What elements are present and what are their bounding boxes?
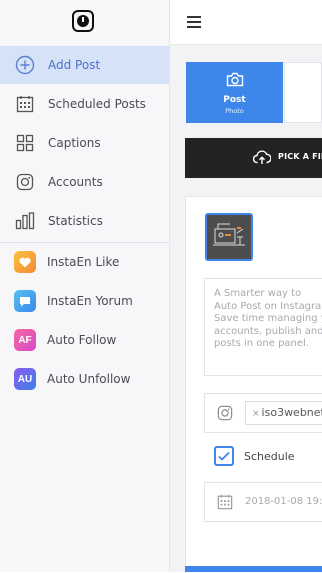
account-tag[interactable]: × iso3webnet bbox=[245, 401, 322, 425]
tab-label: Post bbox=[223, 95, 246, 105]
top-bar bbox=[170, 0, 322, 45]
sidebar-item-label: Auto Unfollow bbox=[47, 372, 131, 386]
account-tag-label: iso3webnet bbox=[261, 406, 322, 419]
selected-image-thumbnail[interactable] bbox=[205, 213, 253, 261]
schedule-date-value: 2018-01-08 19:55 bbox=[245, 496, 322, 507]
instagram-logo-icon[interactable] bbox=[72, 10, 94, 32]
heart-icon bbox=[14, 251, 36, 273]
caption-line: Auto Post on Instagram. bbox=[214, 300, 322, 312]
caption-line: Save time managing your bbox=[214, 313, 322, 324]
calendar-icon bbox=[217, 494, 233, 514]
checkmark-icon bbox=[218, 451, 230, 461]
sidebar-item-instaen-like[interactable]: InstaEn Like bbox=[0, 243, 169, 281]
schedule-label: Schedule bbox=[244, 450, 295, 463]
auto-unfollow-badge-icon: AU bbox=[14, 368, 36, 390]
sidebar-item-label: Auto Follow bbox=[47, 333, 117, 347]
tab-other[interactable] bbox=[284, 62, 322, 123]
comment-icon bbox=[14, 290, 36, 312]
sidebar-item-label: InstaEn Like bbox=[47, 255, 120, 269]
sidebar-item-label: InstaEn Yorum bbox=[47, 294, 133, 308]
pick-file-button[interactable]: PICK A FILE bbox=[185, 138, 322, 178]
schedule-checkbox[interactable] bbox=[214, 446, 234, 466]
sidebar-item-scheduled-posts[interactable]: Scheduled Posts bbox=[0, 85, 169, 123]
sidebar-item-accounts[interactable]: Accounts bbox=[0, 163, 169, 201]
hamburger-icon[interactable] bbox=[187, 16, 201, 31]
sidebar-item-label: Statistics bbox=[48, 214, 103, 228]
tab-sublabel: Photo bbox=[225, 107, 244, 115]
schedule-date-field[interactable]: 2018-01-08 19:55 bbox=[204, 482, 322, 522]
submit-button[interactable] bbox=[185, 566, 322, 572]
sidebar-item-auto-follow[interactable]: AF Auto Follow bbox=[0, 321, 169, 359]
pick-file-label: PICK A FILE bbox=[278, 152, 322, 161]
sidebar-item-label: Captions bbox=[48, 136, 101, 150]
sidebar-item-captions[interactable]: Captions bbox=[0, 124, 169, 162]
sidebar-item-add-post[interactable]: Add Post bbox=[0, 46, 169, 84]
sidebar-item-statistics[interactable]: Statistics bbox=[0, 202, 169, 240]
remove-account-icon[interactable]: × bbox=[252, 409, 260, 419]
grid-icon bbox=[15, 133, 35, 153]
sidebar-item-auto-unfollow[interactable]: AU Auto Unfollow bbox=[0, 360, 169, 398]
caption-line: accounts, publish and bbox=[214, 325, 322, 337]
auto-follow-badge-icon: AF bbox=[14, 329, 36, 351]
caption-line: posts in one panel. bbox=[214, 338, 309, 349]
caption-line: A Smarter way to bbox=[214, 288, 302, 299]
sidebar: Add Post Scheduled Posts Captions Accoun… bbox=[0, 0, 170, 572]
cloud-upload-icon bbox=[252, 150, 272, 169]
instagram-icon bbox=[15, 172, 35, 192]
calendar-icon bbox=[15, 94, 35, 114]
sidebar-item-label: Scheduled Posts bbox=[48, 97, 146, 111]
caption-textarea[interactable]: A Smarter way to Auto Post on Instagram.… bbox=[204, 278, 322, 376]
sidebar-item-label: Add Post bbox=[48, 58, 101, 72]
tab-post-photo[interactable]: Post Photo bbox=[186, 62, 283, 123]
sidebar-item-instaen-yorum[interactable]: InstaEn Yorum bbox=[0, 282, 169, 320]
plus-circle-icon bbox=[15, 55, 35, 75]
sidebar-item-label: Accounts bbox=[48, 175, 103, 189]
camera-icon bbox=[226, 72, 244, 91]
account-selector[interactable]: × iso3webnet bbox=[204, 393, 322, 433]
instagram-icon bbox=[217, 405, 233, 425]
bar-chart-icon bbox=[15, 211, 35, 231]
